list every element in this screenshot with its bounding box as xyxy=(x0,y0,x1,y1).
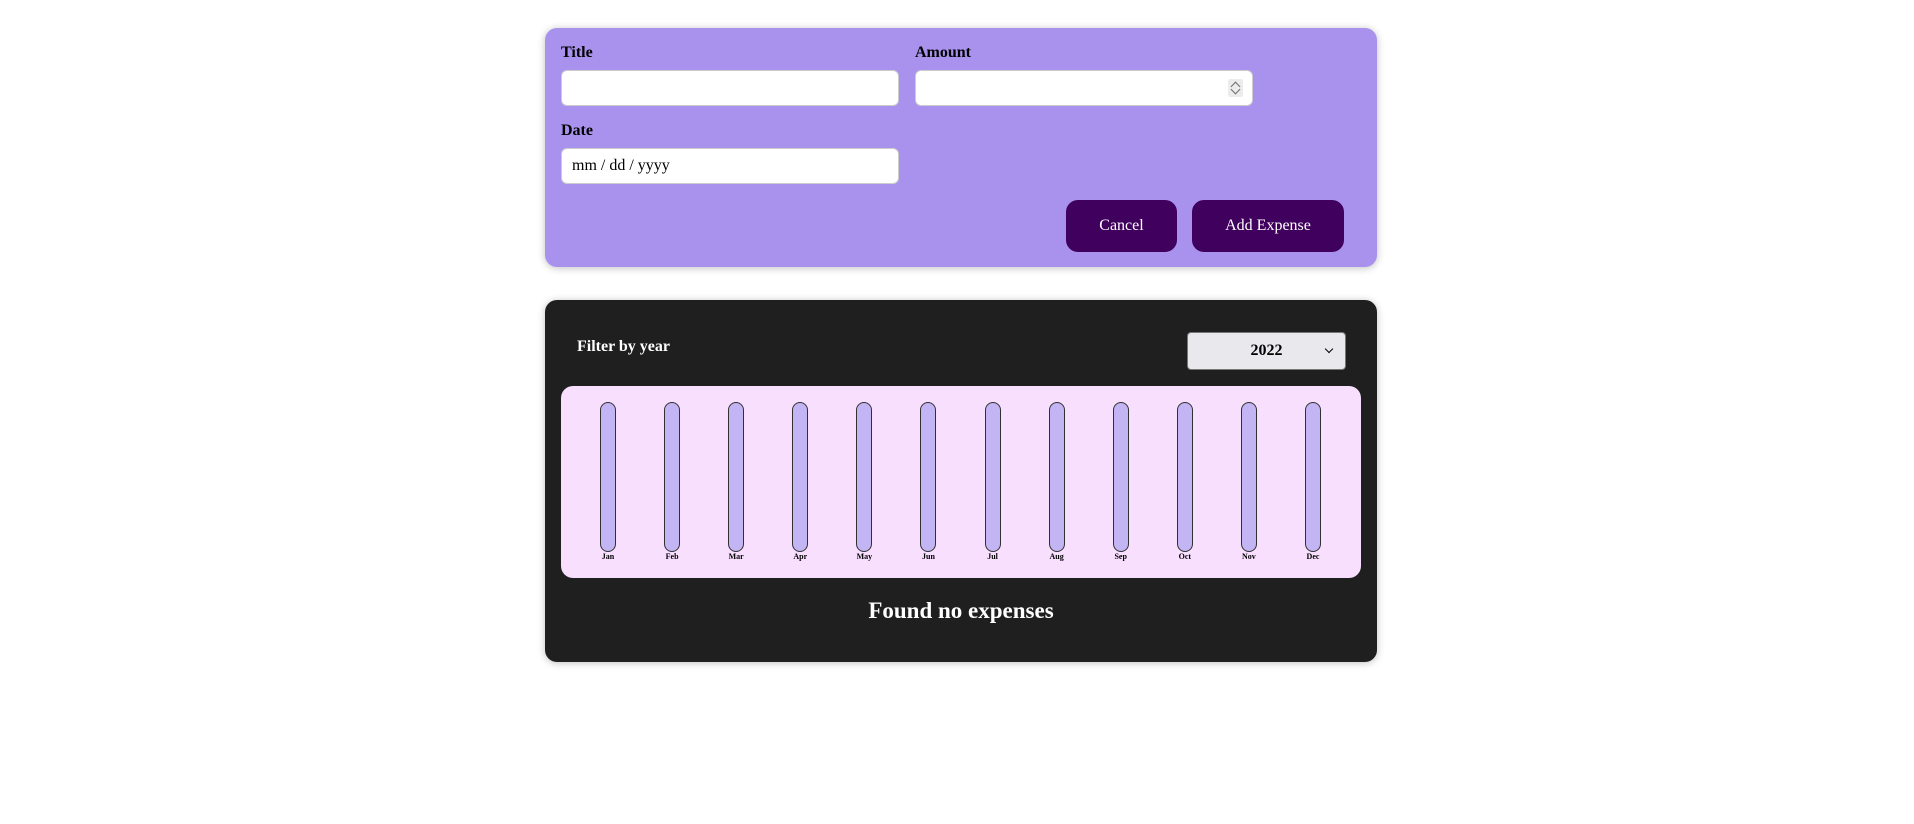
year-select[interactable]: 2022 xyxy=(1187,332,1346,370)
chart-bar-dec xyxy=(1305,402,1321,552)
chart-bar-label: Jul xyxy=(987,552,998,561)
chart-bar-label: Nov xyxy=(1242,552,1256,561)
chart-bar-label: Sep xyxy=(1114,552,1127,561)
chevron-down-icon xyxy=(1324,344,1334,354)
date-label: Date xyxy=(561,122,593,139)
chart-bar-label: May xyxy=(856,552,873,561)
chart-bar-apr xyxy=(792,402,809,552)
chart-bar-label: Jun xyxy=(922,552,935,561)
chart-bar-may xyxy=(856,402,873,552)
chart-bar-label: Aug xyxy=(1049,552,1064,561)
add-expense-button[interactable]: Add Expense xyxy=(1192,200,1344,252)
chart-bar-label: Mar xyxy=(728,552,744,561)
chart-bar-label: Jan xyxy=(601,552,615,561)
year-select-value: 2022 xyxy=(1250,342,1283,359)
amount-input[interactable] xyxy=(915,70,1253,106)
chart-bar-label: Oct xyxy=(1178,552,1192,561)
chart-bar-mar xyxy=(728,402,745,552)
new-expense-form: Title Amount Date mm / dd / yyyy Cancel … xyxy=(545,28,1377,267)
amount-label: Amount xyxy=(915,44,972,61)
title-input[interactable] xyxy=(561,70,899,106)
chart-bar-label: Feb xyxy=(665,552,679,561)
chart-bar-feb xyxy=(664,402,681,552)
chart-bar-aug xyxy=(1048,402,1065,552)
amount-spinner[interactable] xyxy=(1228,79,1243,97)
chart-bar-jan xyxy=(600,402,616,552)
chart-bar-sep xyxy=(1112,402,1129,552)
chart-bar-oct xyxy=(1176,402,1193,552)
title-label: Title xyxy=(561,44,593,61)
filter-label: Filter by year xyxy=(577,338,671,355)
cancel-button[interactable]: Cancel xyxy=(1066,200,1177,252)
expenses-chart: Jan Feb Mar Apr May Jun Jul Aug Sep Oct Nov Dec xyxy=(561,386,1361,578)
date-input[interactable]: mm / dd / yyyy xyxy=(561,148,899,184)
chart-bar-nov xyxy=(1240,402,1257,552)
empty-message: Found no expenses xyxy=(868,598,1054,623)
chart-bar-jun xyxy=(920,402,937,552)
chart-bar-label: Apr xyxy=(793,552,808,561)
chart-bar-jul xyxy=(984,402,1001,552)
expenses-panel: Filter by year 2022 Jan Feb Mar Apr May Jun Ju… xyxy=(545,300,1377,662)
chart-bar-label: Dec xyxy=(1306,552,1320,561)
